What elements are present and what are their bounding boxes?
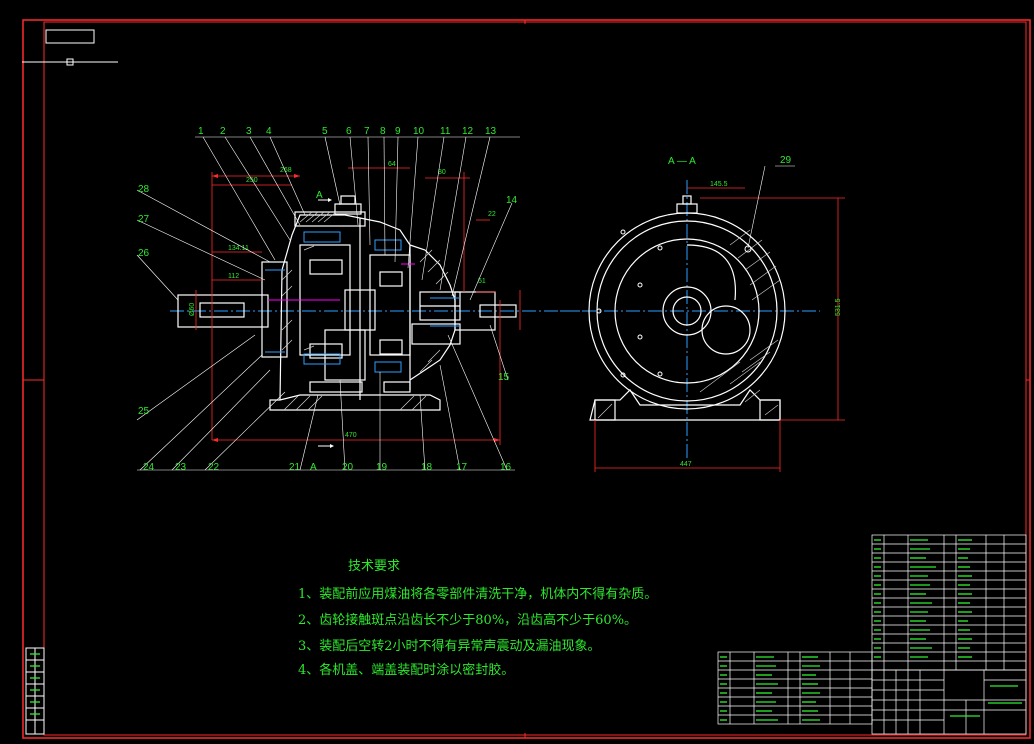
balloon-21: 21 [289,462,301,473]
dim-470: 470 [345,432,357,439]
tech-item-4: 4、各机盖、端盖装配时涂以密封胶。 [298,663,515,678]
balloon-7: 7 [364,126,370,137]
tech-item-1: 1、装配前应用煤油将各零部件清洗干净，机体内不得有杂质。 [298,587,658,602]
parts-list-upper [871,534,1027,671]
balloon-12: 12 [462,126,474,137]
dim-531: 531.5 [835,298,842,316]
balloon-3: 3 [246,126,252,137]
balloon-29: 29 [780,155,792,166]
balloon-22: 22 [208,462,220,473]
inner-frame [43,21,1027,736]
top-stamp-box [45,29,95,44]
section-title: A — A [668,156,696,167]
balloon-20: 20 [342,462,354,473]
dim-64: 64 [388,161,396,168]
tech-title: 技术要求 [348,559,401,574]
side-view-a-a [560,180,845,472]
balloon-23: 23 [175,462,187,473]
balloon-14: 14 [506,195,518,206]
parts-list-lower [717,651,873,725]
dim-134: 134.11 [228,245,249,252]
balloon-26: 26 [138,248,150,259]
balloon-13: 13 [485,126,497,137]
balloon-27: 27 [138,214,150,225]
tech-item-3: 3、装配后空转2小时不得有异常声震动及漏油现象。 [298,639,601,654]
balloon-5: 5 [322,126,328,137]
title-block [871,669,1027,735]
balloon-19: 19 [376,462,388,473]
balloon-17: 17 [456,462,468,473]
section-mark-bottom: A [310,462,317,473]
dim-22: 22 [488,211,496,218]
balloon-28: 28 [138,184,150,195]
balloon-9: 9 [395,126,401,137]
dim-112: 112 [228,273,239,280]
balloon-11: 11 [440,126,451,137]
dim-60: Ø60 [189,303,196,316]
left-strip [25,647,45,735]
balloon-4: 4 [266,126,272,137]
balloon-8: 8 [380,126,386,137]
balloon-6: 6 [346,126,352,137]
dim-447: 447 [680,461,692,468]
balloon-15: 15 [498,372,510,383]
balloon-18: 18 [421,462,433,473]
balloon-25: 25 [138,406,150,417]
dim-250: 250 [246,177,258,184]
section-mark-top: A [316,190,323,201]
balloon-2: 2 [220,126,226,137]
tech-item-2: 2、齿轮接触斑点沿齿长不少于80%，沿齿高不少于60%。 [298,613,638,628]
balloon-1: 1 [198,126,204,137]
balloon-24: 24 [143,462,155,473]
balloon-16: 16 [500,462,512,473]
dim-145: 145.5 [710,181,728,188]
drawing-canvas: 268 250 64 80 134.11 112 470 22 51 Ø60 1… [22,19,1031,739]
balloon-10: 10 [413,126,425,137]
